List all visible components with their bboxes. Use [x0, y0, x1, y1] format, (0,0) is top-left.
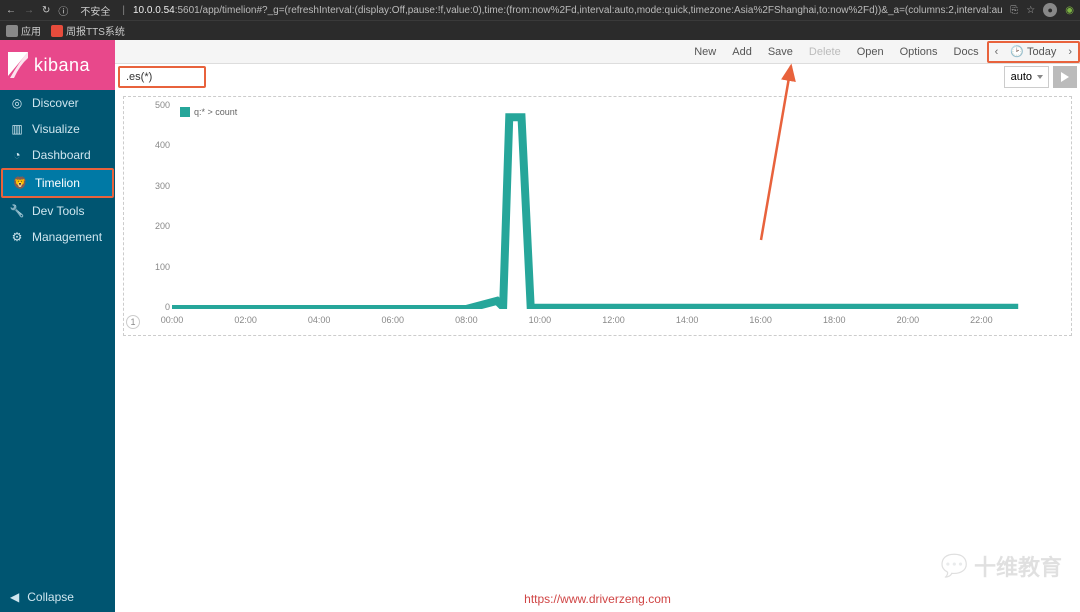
sidebar-item-timelion[interactable]: 🦁 Timelion — [1, 168, 114, 198]
chart-panel[interactable]: q:* > count 1 010020030040050000:0002:00… — [123, 96, 1072, 336]
open-button[interactable]: Open — [849, 40, 892, 63]
back-icon[interactable]: ← — [6, 5, 16, 16]
time-picker[interactable]: ‹ 🕑Today › — [987, 41, 1080, 63]
time-label: Today — [1027, 46, 1056, 58]
insecure-label: 不安全 — [76, 3, 114, 18]
time-next-icon[interactable]: › — [1062, 46, 1078, 58]
gear-icon: ⚙ — [10, 230, 24, 244]
main-content: New Add Save Delete Open Options Docs ‹ … — [115, 40, 1080, 612]
timelion-icon: 🦁 — [13, 176, 27, 190]
new-button[interactable]: New — [686, 40, 724, 63]
url-display[interactable]: 10.0.0.54:5601/app/timelion#?_g=(refresh… — [133, 5, 1002, 16]
interval-select[interactable]: auto — [1004, 66, 1049, 88]
footer-link[interactable]: https://www.driverzeng.com — [524, 592, 671, 606]
bookmark-bar: 应用 周报TTS系统 — [0, 20, 1080, 40]
bookmark-item[interactable]: 周报TTS系统 — [51, 23, 125, 38]
top-toolbar: New Add Save Delete Open Options Docs ‹ … — [115, 40, 1080, 64]
wrench-icon: 🔧 — [10, 204, 24, 218]
collapse-icon: ◀ — [10, 590, 19, 604]
sidebar-item-label: Management — [32, 230, 102, 244]
extension-icon[interactable]: ◉ — [1065, 5, 1074, 16]
kibana-logo[interactable]: kibana — [0, 40, 115, 90]
info-icon[interactable]: ⓘ — [58, 3, 68, 18]
sidebar-item-label: Timelion — [35, 176, 80, 190]
expression-input[interactable] — [118, 66, 206, 88]
profile-icon[interactable]: ● — [1043, 3, 1057, 17]
options-button[interactable]: Options — [892, 40, 946, 63]
forward-icon[interactable]: → — [24, 5, 34, 16]
translate-icon[interactable]: ⎘ — [1010, 5, 1018, 16]
kibana-logo-icon — [8, 52, 30, 78]
reload-icon[interactable]: ↻ — [42, 5, 50, 16]
play-icon — [1060, 72, 1070, 82]
wechat-icon: 💬 — [941, 553, 968, 579]
collapse-label: Collapse — [27, 590, 74, 604]
watermark: 💬十维教育 — [941, 550, 1062, 582]
logo-text: kibana — [34, 55, 90, 76]
chart-plot-area — [172, 105, 1055, 309]
apps-icon — [6, 25, 18, 37]
expression-row: auto — [115, 64, 1080, 90]
add-button[interactable]: Add — [724, 40, 760, 63]
browser-address-bar: ← → ↻ ⓘ 不安全 | 10.0.0.54:5601/app/timelio… — [0, 0, 1080, 20]
time-prev-icon[interactable]: ‹ — [989, 46, 1005, 58]
save-button[interactable]: Save — [760, 40, 801, 63]
docs-button[interactable]: Docs — [946, 40, 987, 63]
sidebar-item-dashboard[interactable]: ◔ Dashboard — [0, 142, 115, 168]
sidebar-item-visualize[interactable]: ▥ Visualize — [0, 116, 115, 142]
collapse-button[interactable]: ◀ Collapse — [0, 582, 115, 612]
sidebar-item-label: Discover — [32, 96, 79, 110]
sidebar-item-label: Dashboard — [32, 148, 91, 162]
bar-chart-icon: ▥ — [10, 122, 24, 136]
play-button[interactable] — [1053, 66, 1077, 88]
sidebar: kibana ◎ Discover ▥ Visualize ◔ Dashboard 🦁… — [0, 40, 115, 612]
sidebar-item-label: Visualize — [32, 122, 80, 136]
compass-icon: ◎ — [10, 96, 24, 110]
apps-button[interactable]: 应用 — [6, 23, 41, 38]
star-icon[interactable]: ☆ — [1026, 5, 1035, 16]
delete-button: Delete — [801, 40, 849, 63]
sidebar-item-devtools[interactable]: 🔧 Dev Tools — [0, 198, 115, 224]
sidebar-item-label: Dev Tools — [32, 204, 84, 218]
bookmark-icon — [51, 25, 63, 37]
sidebar-item-management[interactable]: ⚙ Management — [0, 224, 115, 250]
chart-line — [172, 105, 1055, 309]
sidebar-item-discover[interactable]: ◎ Discover — [0, 90, 115, 116]
clock-icon: 🕑 — [1010, 45, 1024, 58]
page-number[interactable]: 1 — [126, 315, 140, 329]
gauge-icon: ◔ — [10, 148, 24, 162]
